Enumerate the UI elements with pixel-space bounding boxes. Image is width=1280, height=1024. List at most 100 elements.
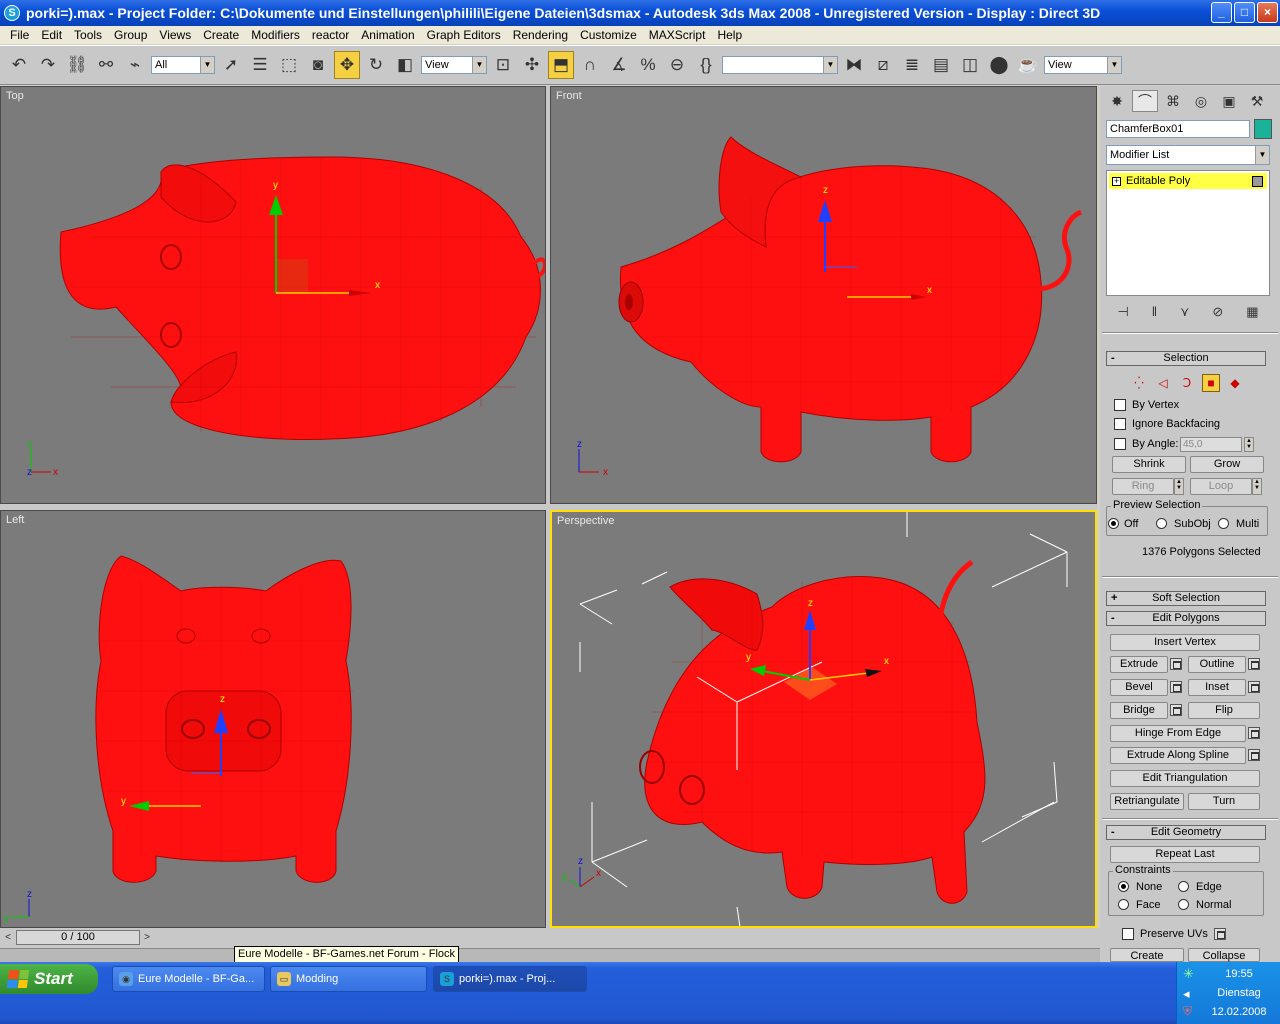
menu-animation[interactable]: Animation [355,28,420,42]
spinner-snap-icon[interactable]: ⊖ [664,51,690,79]
bridge-button[interactable]: Bridge [1110,702,1168,719]
menu-create[interactable]: Create [197,28,245,42]
start-button[interactable]: Start [0,964,98,994]
show-end-result-icon[interactable]: ǁ [1152,304,1157,324]
viewport-front[interactable]: Front z x z x [550,86,1097,504]
snap-toggle-icon[interactable]: ∩ [577,51,603,79]
hierarchy-tab-icon[interactable]: ⌘ [1160,90,1186,112]
select-and-move-icon[interactable]: ✥ [334,51,360,79]
taskbar-item-3dsmax[interactable]: S porki=).max - Proj... [433,966,587,992]
outline-button[interactable]: Outline [1188,656,1246,673]
viewport-left[interactable]: Left z y z y [0,510,546,928]
select-by-name-icon[interactable]: ☰ [247,51,273,79]
element-mode-icon[interactable]: ◆ [1226,374,1244,392]
menu-rendering[interactable]: Rendering [507,28,574,42]
extrude-settings-icon[interactable] [1170,658,1182,670]
menu-tools[interactable]: Tools [68,28,108,42]
window-crossing-icon[interactable]: ◙ [305,51,331,79]
menu-reactor[interactable]: reactor [306,28,355,42]
hinge-settings-icon[interactable] [1248,727,1260,739]
select-and-scale-icon[interactable]: ◧ [392,51,418,79]
bridge-settings-icon[interactable] [1170,704,1182,716]
preserve-uvs-checkbox[interactable] [1122,928,1134,940]
flip-button[interactable]: Flip [1188,702,1260,719]
angle-snap-icon[interactable]: ∡ [606,51,632,79]
time-slider[interactable]: 0 / 100 [16,930,140,945]
layer-manager-icon[interactable]: ≣ [899,51,925,79]
schematic-view-icon[interactable]: ◫ [957,51,983,79]
security-shield-icon[interactable]: ⛨ [1183,1004,1192,1019]
bevel-button[interactable]: Bevel [1110,679,1168,696]
repeat-last-button[interactable]: Repeat Last [1110,846,1260,863]
loop-spinner-arrows[interactable]: ▲ ▼ [1252,478,1262,495]
make-unique-icon[interactable]: ⋎ [1180,304,1190,324]
time-prev-icon[interactable]: < [1,930,15,945]
configure-modifier-sets-icon[interactable]: ▦ [1246,304,1258,324]
selection-rollout-header[interactable]: - Selection [1106,351,1266,366]
edge-mode-icon[interactable]: ◁ [1154,374,1172,392]
preserve-uvs-settings-icon[interactable] [1214,928,1226,940]
inset-button[interactable]: Inset [1188,679,1246,696]
material-editor-icon[interactable]: ⬤ [986,51,1012,79]
soft-selection-rollout-header[interactable]: + Soft Selection [1106,591,1266,606]
hinge-from-edge-button[interactable]: Hinge From Edge [1110,725,1246,742]
grow-button[interactable]: Grow [1190,456,1264,473]
taskbar-item-modding[interactable]: ▭ Modding [270,966,427,992]
viewport-perspective[interactable]: Perspective z y x z x y [550,510,1097,928]
viewport-top[interactable]: Top y x y z x [0,86,546,504]
menu-group[interactable]: Group [108,28,153,42]
extrude-spline-settings-icon[interactable] [1248,749,1260,761]
by-vertex-checkbox[interactable] [1114,399,1126,411]
select-and-rotate-icon[interactable]: ↻ [363,51,389,79]
stack-item-toggle-icon[interactable] [1252,175,1263,187]
bind-space-warp-icon[interactable]: ⌁ [122,51,148,79]
edit-named-selection-icon[interactable]: {} [693,51,719,79]
select-manipulate-icon[interactable]: ✣ [519,51,545,79]
pin-stack-icon[interactable]: ⊣ [1117,304,1128,324]
create-button[interactable]: Create [1110,948,1184,962]
unlink-icon[interactable]: ⚯ [93,51,119,79]
vertex-mode-icon[interactable]: ⁛ [1130,374,1148,392]
constraint-normal-radio[interactable] [1178,899,1189,910]
by-angle-checkbox[interactable] [1114,438,1126,450]
pivot-center-icon[interactable]: ⊡ [490,51,516,79]
volume-icon[interactable]: ◂ [1183,986,1190,1002]
modify-tab-icon[interactable]: ⌒ [1132,90,1158,112]
gizmo-plane[interactable] [276,259,308,293]
maximize-button[interactable]: □ [1234,2,1255,23]
preview-off-radio[interactable] [1108,518,1119,529]
angle-spinner-arrows[interactable]: ▲ ▼ [1244,437,1254,452]
title-bar[interactable]: S porki=).max - Project Folder: C:\Dokum… [0,0,1280,26]
select-object-icon[interactable]: ➚ [218,51,244,79]
shrink-button[interactable]: Shrink [1112,456,1186,473]
preview-multi-radio[interactable] [1218,518,1229,529]
render-view-dropdown[interactable]: View ▼ [1044,56,1122,74]
object-color-swatch[interactable] [1254,119,1272,139]
curve-editor-icon[interactable]: ▤ [928,51,954,79]
menu-maxscript[interactable]: MAXScript [643,28,712,42]
create-tab-icon[interactable]: ✸ [1104,90,1130,112]
reference-coordinate-dropdown[interactable]: View ▼ [421,56,487,74]
angle-spinner-field[interactable]: 45,0 [1180,437,1242,452]
percent-snap-icon[interactable]: % [635,51,661,79]
menu-customize[interactable]: Customize [574,28,643,42]
menu-edit[interactable]: Edit [35,28,68,42]
modifier-list-dropdown[interactable]: Modifier List ▼ [1106,145,1270,165]
collapse-button[interactable]: Collapse [1188,948,1260,962]
inset-settings-icon[interactable] [1248,681,1260,693]
outline-settings-icon[interactable] [1248,658,1260,670]
utilities-tab-icon[interactable]: ⚒ [1244,90,1270,112]
tray-time[interactable]: 19:55 [1197,968,1280,980]
rectangular-selection-icon[interactable]: ⬚ [276,51,302,79]
polygon-mode-icon[interactable]: ■ [1202,374,1220,392]
keyboard-shortcut-override-icon[interactable]: ⬒ [548,51,574,79]
ring-spinner-arrows[interactable]: ▲ ▼ [1174,478,1184,495]
ignore-backfacing-checkbox[interactable] [1114,418,1126,430]
selection-filter-dropdown[interactable]: All ▼ [151,56,215,74]
minimize-button[interactable]: _ [1211,2,1232,23]
turn-button[interactable]: Turn [1188,793,1260,810]
time-next-icon[interactable]: > [140,930,154,945]
taskbar-item-flock[interactable]: ◉ Eure Modelle - BF-Ga... [112,966,265,992]
3dsmax-app-icon[interactable]: S [4,5,20,21]
mirror-icon[interactable]: ⧓ [841,51,867,79]
